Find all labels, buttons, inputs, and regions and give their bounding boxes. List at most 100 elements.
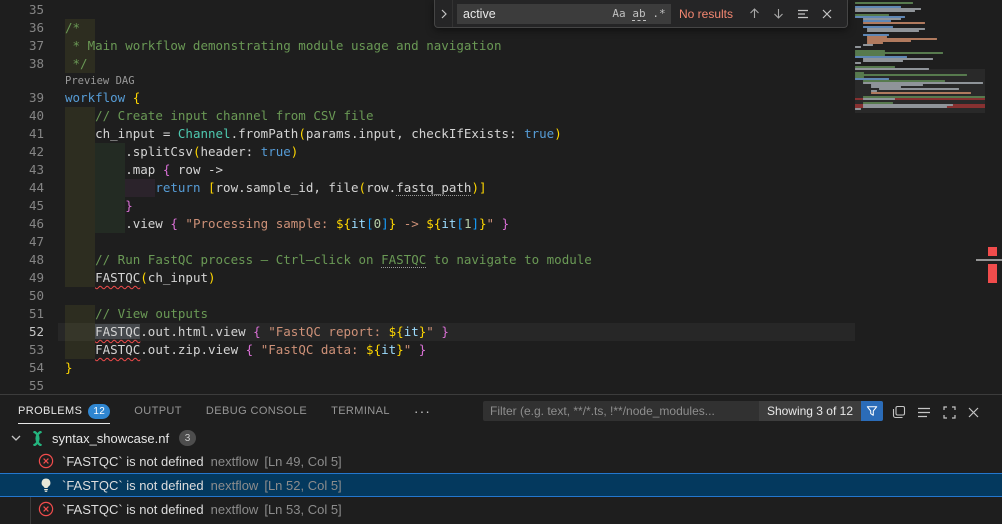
collapse-all-button[interactable] xyxy=(888,401,910,423)
problem-row[interactable]: `FASTQC` is not definednextflow[Ln 53, C… xyxy=(0,497,1002,521)
panel-tab-problems[interactable]: PROBLEMS12 xyxy=(18,395,110,427)
code-area[interactable]: 3536 /*37 * Main workflow demonstrating m… xyxy=(0,1,855,394)
preview-dag-codelens[interactable]: Preview DAG xyxy=(65,73,135,89)
code-token: ) xyxy=(291,144,299,159)
overview-ruler-scrollbar[interactable] xyxy=(985,0,1002,394)
code-line-54[interactable]: 54} xyxy=(0,359,855,377)
code-token: ) xyxy=(554,126,562,141)
code-line-46[interactable]: 46 .view { "Processing sample: ${it[0]} … xyxy=(0,215,855,233)
minimap[interactable] xyxy=(855,0,985,394)
code-line-52[interactable]: 52 FASTQC.out.html.view { "FastQC report… xyxy=(0,323,855,341)
problems-tree: syntax_showcase.nf 3 `FASTQC` is not def… xyxy=(0,427,1002,521)
find-input[interactable]: active Aa ab .* xyxy=(457,4,671,24)
code-token: true xyxy=(261,144,291,159)
more-panel-actions-button[interactable]: ··· xyxy=(414,403,431,419)
code-line-41[interactable]: 41 ch_input = Channel.fromPath(params.in… xyxy=(0,125,855,143)
code-token: row.sample_id, file xyxy=(216,180,359,195)
line-number[interactable]: 41 xyxy=(0,125,44,143)
problem-row-selected[interactable]: `FASTQC` is not definednextflow[Ln 52, C… xyxy=(0,473,1002,497)
previous-match-button[interactable] xyxy=(744,3,765,24)
minimap-code-row xyxy=(855,62,861,64)
close-find-button[interactable] xyxy=(816,3,837,24)
arrow-down-icon xyxy=(773,8,784,19)
line-number[interactable]: 45 xyxy=(0,197,44,215)
panel-tab-terminal[interactable]: TERMINAL xyxy=(331,395,390,427)
code-token: params.input, checkIfExists: xyxy=(306,126,524,141)
find-in-selection-button[interactable] xyxy=(792,3,813,24)
filter-showing-count: Showing 3 of 12 xyxy=(759,401,861,421)
code-line-38[interactable]: 38 */ xyxy=(0,55,855,73)
line-number[interactable]: 44 xyxy=(0,179,44,197)
code-line-45[interactable]: 45 } xyxy=(0,197,855,215)
code-token: ${ xyxy=(389,324,404,339)
minimap-code-row xyxy=(867,30,919,32)
find-query-text[interactable]: active xyxy=(463,7,609,21)
code-token: "Processing sample: xyxy=(185,216,336,231)
code-token: row -> xyxy=(170,162,223,177)
code-line-51[interactable]: 51 // View outputs xyxy=(0,305,855,323)
code-line-47[interactable]: 47 xyxy=(0,233,855,251)
filter-funnel-button[interactable] xyxy=(861,401,883,421)
code-token: " xyxy=(426,324,434,339)
view-as-table-button[interactable] xyxy=(913,401,935,423)
panel-tab-debug-console[interactable]: DEBUG CONSOLE xyxy=(206,395,307,427)
line-number[interactable]: 54 xyxy=(0,359,44,377)
maximize-panel-button[interactable] xyxy=(938,401,960,423)
code-line-55[interactable]: 55 xyxy=(0,377,855,394)
regex-toggle[interactable]: .* xyxy=(649,5,669,23)
next-match-button[interactable] xyxy=(768,3,789,24)
panel-tab-output[interactable]: OUTPUT xyxy=(134,395,182,427)
code-line-40[interactable]: 40 // Create input channel from CSV file xyxy=(0,107,855,125)
code-token: .view xyxy=(65,216,170,231)
line-number[interactable]: 53 xyxy=(0,341,44,359)
line-number[interactable]: 46 xyxy=(0,215,44,233)
minimap-code-row xyxy=(855,68,929,70)
code-line-39[interactable]: 39workflow { xyxy=(0,89,855,107)
panel-tab-label: PROBLEMS xyxy=(18,405,82,417)
code-line-50[interactable]: 50 xyxy=(0,287,855,305)
code-token: } xyxy=(65,360,73,375)
code-token: } xyxy=(419,342,427,357)
line-number[interactable]: 36 xyxy=(0,19,44,37)
line-number[interactable]: 35 xyxy=(0,1,44,19)
line-number[interactable]: 37 xyxy=(0,37,44,55)
line-number[interactable]: 43 xyxy=(0,161,44,179)
problem-row[interactable]: `FASTQC` is not definednextflow[Ln 49, C… xyxy=(0,449,1002,473)
line-number[interactable]: 39 xyxy=(0,89,44,107)
line-number[interactable]: 49 xyxy=(0,269,44,287)
toggle-replace-button[interactable] xyxy=(435,0,453,27)
line-number[interactable]: 42 xyxy=(0,143,44,161)
code-token xyxy=(65,252,95,267)
match-case-toggle[interactable]: Aa xyxy=(609,5,629,23)
line-content: // View outputs xyxy=(65,305,208,323)
code-editor[interactable]: 3536 /*37 * Main workflow demonstrating m… xyxy=(0,0,1002,394)
line-number[interactable]: 50 xyxy=(0,287,44,305)
code-token: -> xyxy=(396,216,426,231)
code-token: ] xyxy=(479,180,487,195)
line-number[interactable]: 47 xyxy=(0,233,44,251)
code-token: .out.zip.view xyxy=(140,342,245,357)
line-number[interactable]: 55 xyxy=(0,377,44,394)
code-line-44[interactable]: 44 return [row.sample_id, file(row.fastq… xyxy=(0,179,855,197)
minimap-code-row xyxy=(855,74,967,76)
line-number[interactable]: 38 xyxy=(0,55,44,73)
line-number[interactable]: 48 xyxy=(0,251,44,269)
selection-lines-icon xyxy=(797,9,809,19)
code-token: ] xyxy=(381,216,389,231)
code-line-43[interactable]: 43 .map { row -> xyxy=(0,161,855,179)
code-line-37[interactable]: 37 * Main workflow demonstrating module … xyxy=(0,37,855,55)
line-content: /* xyxy=(65,19,80,37)
code-line-48[interactable]: 48 // Run FastQC process – Ctrl–click on… xyxy=(0,251,855,269)
problems-filter-input[interactable]: Filter (e.g. text, **/*.ts, !**/node_mod… xyxy=(483,401,883,421)
problem-location: [Ln 49, Col 5] xyxy=(264,454,341,469)
whole-word-toggle[interactable]: ab xyxy=(629,5,649,23)
line-number[interactable]: 51 xyxy=(0,305,44,323)
close-panel-button[interactable] xyxy=(962,401,984,423)
code-line-49[interactable]: 49 FASTQC(ch_input) xyxy=(0,269,855,287)
code-line-42[interactable]: 42 .splitCsv(header: true) xyxy=(0,143,855,161)
code-line-53[interactable]: 53 FASTQC.out.zip.view { "FastQC data: $… xyxy=(0,341,855,359)
problems-file-row[interactable]: syntax_showcase.nf 3 xyxy=(0,427,1002,449)
line-number[interactable]: 52 xyxy=(0,323,44,341)
ruler-error-mark xyxy=(988,264,997,283)
line-number[interactable]: 40 xyxy=(0,107,44,125)
